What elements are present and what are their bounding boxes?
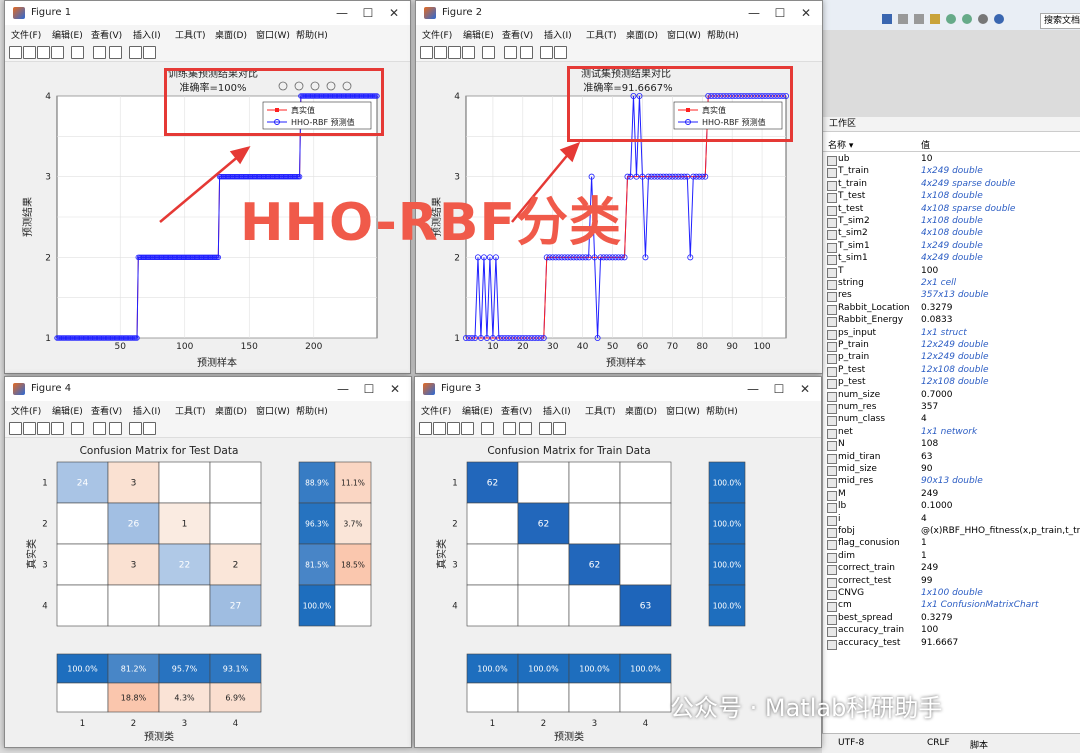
watermark: 公众号 · Matlab科研助手: [670, 694, 943, 722]
overlay-title: HHO-RBF分类: [240, 193, 622, 253]
arrow-to-fig1: [159, 154, 241, 223]
annotation-arrows: [159, 141, 581, 223]
